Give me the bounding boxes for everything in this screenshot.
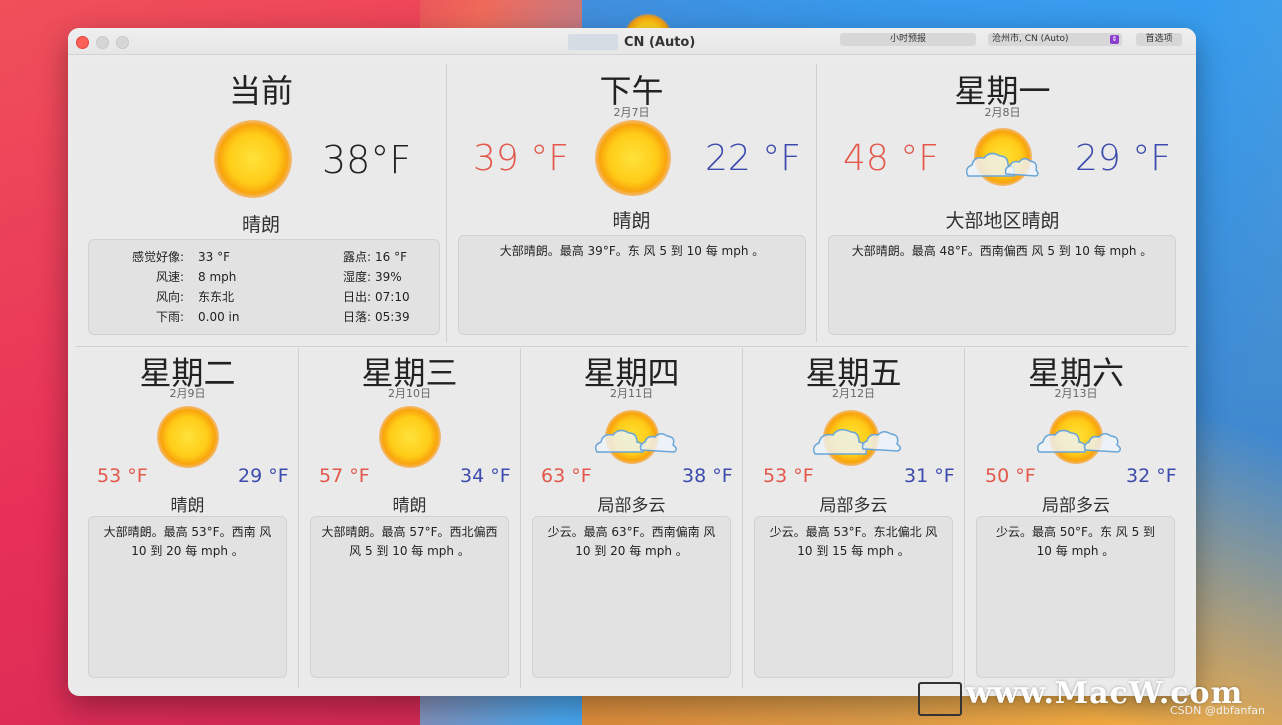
partly-cloudy-icon <box>962 128 1042 188</box>
afternoon-summary: 大部晴朗。最高 39°F。东 风 5 到 10 每 mph 。 <box>458 235 806 335</box>
current-panel: 当前 38°F 晴朗 感觉好像: 33 °F 风速: 8 mph 风向: 东东北… <box>76 64 446 342</box>
afternoon-panel: 下午 2月7日 39 °F 22 °F 晴朗 大部晴朗。最高 39°F。东 风 … <box>447 64 816 342</box>
day-high: 53 °F <box>763 465 814 487</box>
partly-cloudy-icon <box>811 410 905 466</box>
rain-value: 0.00 in <box>198 310 240 324</box>
monday-date: 2月8日 <box>984 106 1021 119</box>
sunset-label: 日落: <box>342 310 371 324</box>
divider <box>76 346 1188 347</box>
day-summary: 少云。最高 53°F。东北偏北 风 10 到 15 每 mph 。 <box>754 516 953 678</box>
monday-high: 48 °F <box>843 138 939 179</box>
wind-speed-label: 风速: <box>155 270 184 284</box>
humidity-value: 39% <box>375 270 402 284</box>
partly-cloudy-icon <box>1035 410 1125 466</box>
day-condition: 晴朗 <box>392 496 427 516</box>
day-date: 2月11日 <box>610 387 653 400</box>
humidity-label: 湿度: <box>342 270 371 284</box>
monday-panel: 星期一 2月8日 48 °F 29 °F 大部地区晴朗 大部晴朗。最高 48°F… <box>817 64 1188 342</box>
current-title: 当前 <box>228 72 293 110</box>
day-high: 50 °F <box>985 465 1036 487</box>
sun-icon <box>157 406 219 468</box>
day-low: 31 °F <box>904 465 955 487</box>
dew-point-value: 16 °F <box>375 250 407 264</box>
location-select[interactable]: 沧州市, CN (Auto) ⇕ <box>988 33 1122 46</box>
day-panel-wednesday: 星期三 2月10日 57 °F 34 °F 晴朗 大部晴朗。最高 57°F。西北… <box>299 348 520 688</box>
sun-icon <box>379 406 441 468</box>
feels-like-value: 33 °F <box>198 250 230 264</box>
day-date: 2月10日 <box>388 387 431 400</box>
location-select-value: 沧州市, CN (Auto) <box>992 34 1069 44</box>
dew-point-label: 露点: <box>342 250 371 264</box>
day-summary: 少云。最高 50°F。东 风 5 到 10 每 mph 。 <box>976 516 1175 678</box>
day-condition: 局部多云 <box>1042 496 1110 516</box>
day-low: 29 °F <box>238 465 289 487</box>
day-low: 34 °F <box>460 465 511 487</box>
window-title-group: CN (Auto) <box>568 33 695 51</box>
afternoon-low: 22 °F <box>705 138 801 179</box>
day-low: 38 °F <box>682 465 733 487</box>
feels-like-label: 感觉好像: <box>131 250 184 264</box>
hourly-forecast-button[interactable]: 小时预报 <box>840 33 976 46</box>
day-date: 2月13日 <box>1054 387 1098 400</box>
zoom-button[interactable] <box>116 36 129 49</box>
monday-summary: 大部晴朗。最高 48°F。西南偏西 风 5 到 10 每 mph 。 <box>828 235 1176 335</box>
day-summary: 少云。最高 63°F。西南偏南 风 10 到 20 每 mph 。 <box>532 516 731 678</box>
current-condition: 晴朗 <box>241 214 280 236</box>
day-date: 2月12日 <box>832 387 875 400</box>
day-high: 57 °F <box>319 465 370 487</box>
window-title: CN (Auto) <box>624 34 696 50</box>
redacted-location <box>568 34 618 50</box>
day-high: 63 °F <box>541 465 592 487</box>
day-high: 53 °F <box>97 465 148 487</box>
wind-dir-value: 东东北 <box>198 290 235 304</box>
day-panel-tuesday: 星期二 2月9日 53 °F 29 °F 晴朗 大部晴朗。最高 53°F。西南 … <box>77 348 298 688</box>
day-summary: 大部晴朗。最高 53°F。西南 风 10 到 20 每 mph 。 <box>88 516 287 678</box>
day-summary: 大部晴朗。最高 57°F。西北偏西 风 5 到 10 每 mph 。 <box>310 516 509 678</box>
monday-low: 29 °F <box>1075 138 1171 179</box>
day-panel-thursday: 星期四 2月11日 63 °F 38 °F 局部多云 少云。最高 63°F。西南… <box>521 348 742 688</box>
weather-window: CN (Auto) 小时预报 沧州市, CN (Auto) ⇕ 首选项 当前 3… <box>68 28 1196 696</box>
sun-icon <box>595 120 671 196</box>
minimize-button[interactable] <box>96 36 109 49</box>
preferences-button[interactable]: 首选项 <box>1136 33 1182 46</box>
wind-dir-label: 风向: <box>155 290 184 304</box>
afternoon-date: 2月7日 <box>613 106 650 119</box>
day-condition: 晴朗 <box>170 496 205 516</box>
sunrise-value: 07:10 <box>375 290 410 304</box>
sun-icon <box>214 120 292 198</box>
afternoon-high: 39 °F <box>473 138 569 179</box>
wind-speed-value: 8 mph <box>198 270 237 284</box>
csdn-credit: CSDN @dbfanfan <box>1170 704 1265 717</box>
day-panel-friday: 星期五 2月12日 53 °F 31 °F 局部多云 少云。最高 53°F。东北… <box>743 348 964 688</box>
chevron-updown-icon: ⇕ <box>1110 35 1119 44</box>
day-panel-saturday: 星期六 2月13日 50 °F 32 °F 局部多云 少云。最高 50°F。东 … <box>965 348 1187 688</box>
current-details-box: 感觉好像: 33 °F 风速: 8 mph 风向: 东东北 下雨: 0.00 i… <box>88 239 440 335</box>
sunset-value: 05:39 <box>375 310 410 324</box>
title-bar: CN (Auto) 小时预报 沧州市, CN (Auto) ⇕ 首选项 <box>68 28 1196 55</box>
current-temp: 38°F <box>322 138 412 182</box>
monday-condition: 大部地区晴朗 <box>945 210 1060 232</box>
day-condition: 局部多云 <box>819 496 888 516</box>
day-low: 32 °F <box>1126 465 1177 487</box>
rain-label: 下雨: <box>155 310 184 324</box>
day-condition: 局部多云 <box>597 496 666 516</box>
close-button[interactable] <box>76 36 89 49</box>
partly-cloudy-icon <box>593 410 681 466</box>
watermark-logo <box>918 682 962 716</box>
afternoon-condition: 晴朗 <box>612 210 651 232</box>
sunrise-label: 日出: <box>342 290 371 304</box>
day-date: 2月9日 <box>169 387 206 400</box>
